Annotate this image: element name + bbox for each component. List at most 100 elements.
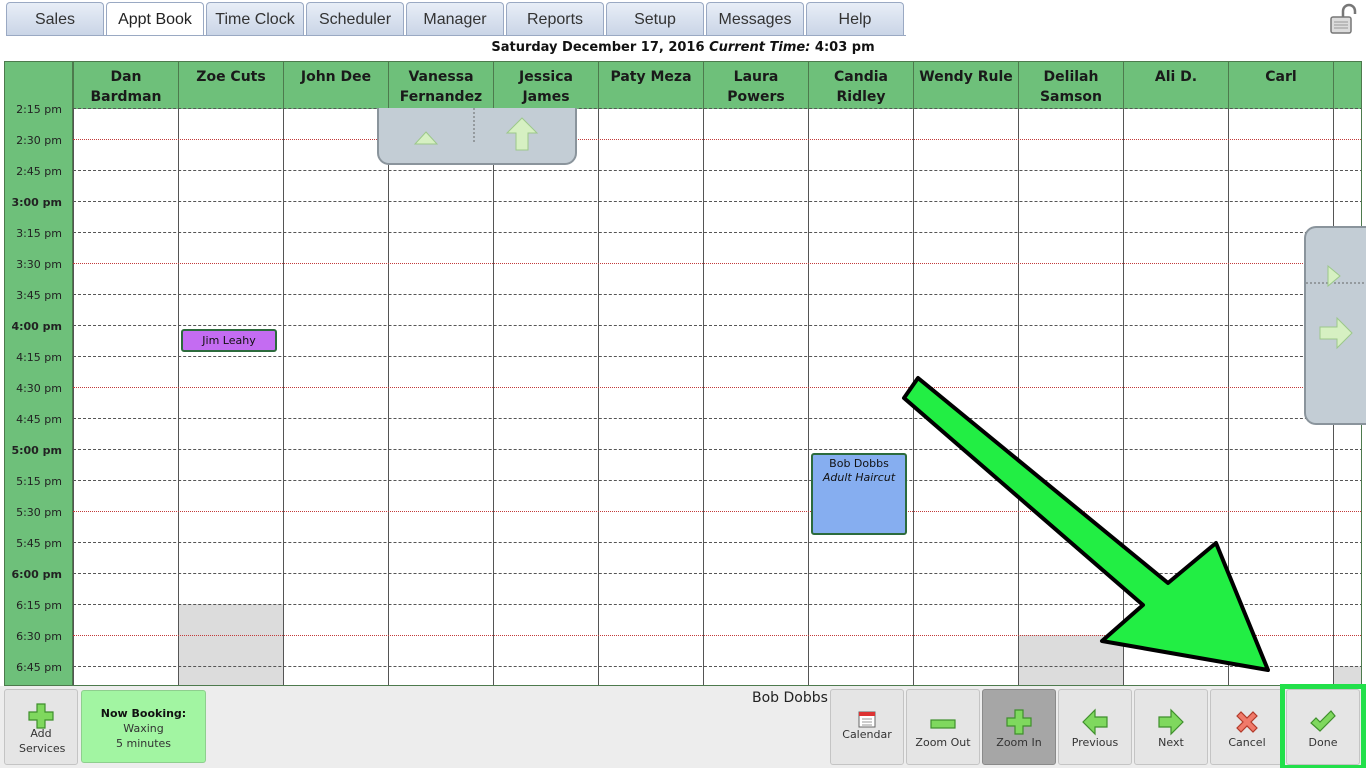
- staff-header[interactable]: Delilah Samson: [1018, 62, 1123, 109]
- time-slot-label: 4:30 pm: [16, 382, 62, 395]
- time-slot-label: 2:30 pm: [16, 134, 62, 147]
- cancel-button[interactable]: Cancel: [1210, 689, 1284, 765]
- time-row-line: [73, 263, 1361, 264]
- staff-header[interactable]: Ed: [1333, 62, 1361, 109]
- time-slot-label: 5:30 pm: [16, 506, 62, 519]
- tab-help[interactable]: Help: [806, 2, 904, 36]
- time-row-line: [73, 356, 1361, 357]
- scroll-right-small-icon[interactable]: [1326, 264, 1344, 288]
- staff-header[interactable]: Paty Meza: [598, 62, 703, 109]
- time-slot-label: 5:15 pm: [16, 475, 62, 488]
- scroll-up-arrow-icon[interactable]: [505, 116, 539, 152]
- time-slot-label: 4:45 pm: [16, 413, 62, 426]
- done-highlight-box: [1280, 684, 1366, 768]
- staff-column[interactable]: [1018, 109, 1123, 685]
- staff-column[interactable]: [283, 109, 388, 685]
- bottom-toolbar: Add Services Now Booking: Waxing 5 minut…: [0, 684, 1366, 768]
- now-booking-box: Now Booking: Waxing 5 minutes: [81, 690, 206, 763]
- time-row-line: [73, 232, 1361, 233]
- staff-column[interactable]: [808, 109, 913, 685]
- arrow-left-icon: [1082, 708, 1108, 736]
- staff-column[interactable]: [703, 109, 808, 685]
- staff-column[interactable]: [913, 109, 1018, 685]
- staff-column[interactable]: [1123, 109, 1228, 685]
- appointment-client: Jim Leahy: [202, 334, 256, 347]
- staff-header[interactable]: Ali D.: [1123, 62, 1228, 109]
- date-header: Saturday December 17, 2016 Current Time:…: [0, 37, 1366, 59]
- time-slot-label: 6:45 pm: [16, 661, 62, 674]
- unavailable-block: [179, 604, 283, 685]
- add-services-button[interactable]: Add Services: [4, 689, 78, 765]
- staff-column[interactable]: [493, 109, 598, 685]
- staff-header[interactable]: Wendy Rule: [913, 62, 1018, 109]
- tab-messages[interactable]: Messages: [706, 2, 804, 36]
- schedule-grid[interactable]: 2:15 pm 2:30 pm 2:45 pm 3:00 pm 3:15 pm 3:30 …: [4, 61, 1362, 686]
- staff-header[interactable]: Candia Ridley: [808, 62, 913, 109]
- current-time-label: Current Time:: [709, 40, 811, 55]
- staff-column[interactable]: [598, 109, 703, 685]
- scroll-up-small-icon[interactable]: [413, 130, 439, 148]
- minus-icon: [930, 719, 956, 729]
- time-row-line: [73, 418, 1361, 419]
- tab-reports[interactable]: Reports: [506, 2, 604, 36]
- time-slot-label: 6:15 pm: [16, 599, 62, 612]
- now-booking-service: Waxing: [123, 722, 164, 735]
- staff-header[interactable]: Carl: [1228, 62, 1333, 109]
- tab-sales[interactable]: Sales: [6, 2, 104, 36]
- selected-client-name: Bob Dobbs: [752, 690, 828, 706]
- time-slot-label: 3:30 pm: [16, 258, 62, 271]
- appt-book-window: Sales Appt Book Time Clock Scheduler Man…: [0, 0, 1366, 768]
- staff-header[interactable]: Dan Bardman: [73, 62, 178, 109]
- tab-scheduler[interactable]: Scheduler: [306, 2, 404, 36]
- arrow-right-icon: [1158, 708, 1184, 736]
- panel-divider: [473, 108, 475, 142]
- time-slot-label: 2:15 pm: [16, 103, 62, 116]
- time-slot-label: 4:00 pm: [11, 320, 62, 333]
- unlock-icon[interactable]: [1327, 3, 1359, 35]
- scroll-up-panel: [377, 108, 577, 165]
- appointment-service: Adult Haircut: [822, 471, 896, 484]
- time-row-line: [73, 294, 1361, 295]
- next-button[interactable]: Next: [1134, 689, 1208, 765]
- time-row-line: [73, 480, 1361, 481]
- previous-label: Previous: [1071, 736, 1119, 749]
- zoom-out-label: Zoom Out: [915, 736, 971, 749]
- time-row-line: [73, 635, 1361, 636]
- time-row-line: [73, 604, 1361, 605]
- tab-setup[interactable]: Setup: [606, 2, 704, 36]
- staff-column[interactable]: [73, 109, 178, 685]
- staff-header[interactable]: Laura Powers: [703, 62, 808, 109]
- zoom-in-button[interactable]: Zoom In: [982, 689, 1056, 765]
- appointment-block[interactable]: Bob Dobbs Adult Haircut: [811, 453, 907, 535]
- cancel-label: Cancel: [1228, 736, 1266, 749]
- staff-header[interactable]: Zoe Cuts: [178, 62, 283, 109]
- staff-header[interactable]: Jessica James: [493, 62, 598, 109]
- tab-manager[interactable]: Manager: [406, 2, 504, 36]
- tab-appt-book[interactable]: Appt Book: [106, 2, 204, 36]
- staff-header-row: Dan Bardman Zoe Cuts John Dee Vanessa Ferna…: [73, 62, 1361, 109]
- time-slot-label: 6:30 pm: [16, 630, 62, 643]
- staff-column[interactable]: [388, 109, 493, 685]
- current-date: Saturday December 17, 2016: [491, 40, 705, 55]
- scroll-right-arrow-icon[interactable]: [1318, 316, 1354, 350]
- staff-header[interactable]: John Dee: [283, 62, 388, 109]
- appointment-block[interactable]: Jim Leahy: [181, 329, 277, 352]
- calendar-label: Calendar: [842, 728, 892, 741]
- time-slot-label: 4:15 pm: [16, 351, 62, 364]
- cancel-x-icon: [1236, 711, 1258, 733]
- calendar-icon: [858, 711, 876, 728]
- calendar-button[interactable]: Calendar: [830, 689, 904, 765]
- previous-button[interactable]: Previous: [1058, 689, 1132, 765]
- zoom-out-button[interactable]: Zoom Out: [906, 689, 980, 765]
- time-row-line: [73, 449, 1361, 450]
- time-row-line: [73, 387, 1361, 388]
- time-row-line: [73, 108, 1361, 109]
- staff-column[interactable]: [178, 109, 283, 685]
- time-slot-label: 3:00 pm: [11, 196, 62, 209]
- tab-time-clock[interactable]: Time Clock: [206, 2, 304, 36]
- time-row-line: [73, 511, 1361, 512]
- unavailable-block: [1019, 635, 1123, 685]
- staff-header[interactable]: Vanessa Fernandez: [388, 62, 493, 109]
- time-slot-label: 6:00 pm: [11, 568, 62, 581]
- time-slot-label: 2:45 pm: [16, 165, 62, 178]
